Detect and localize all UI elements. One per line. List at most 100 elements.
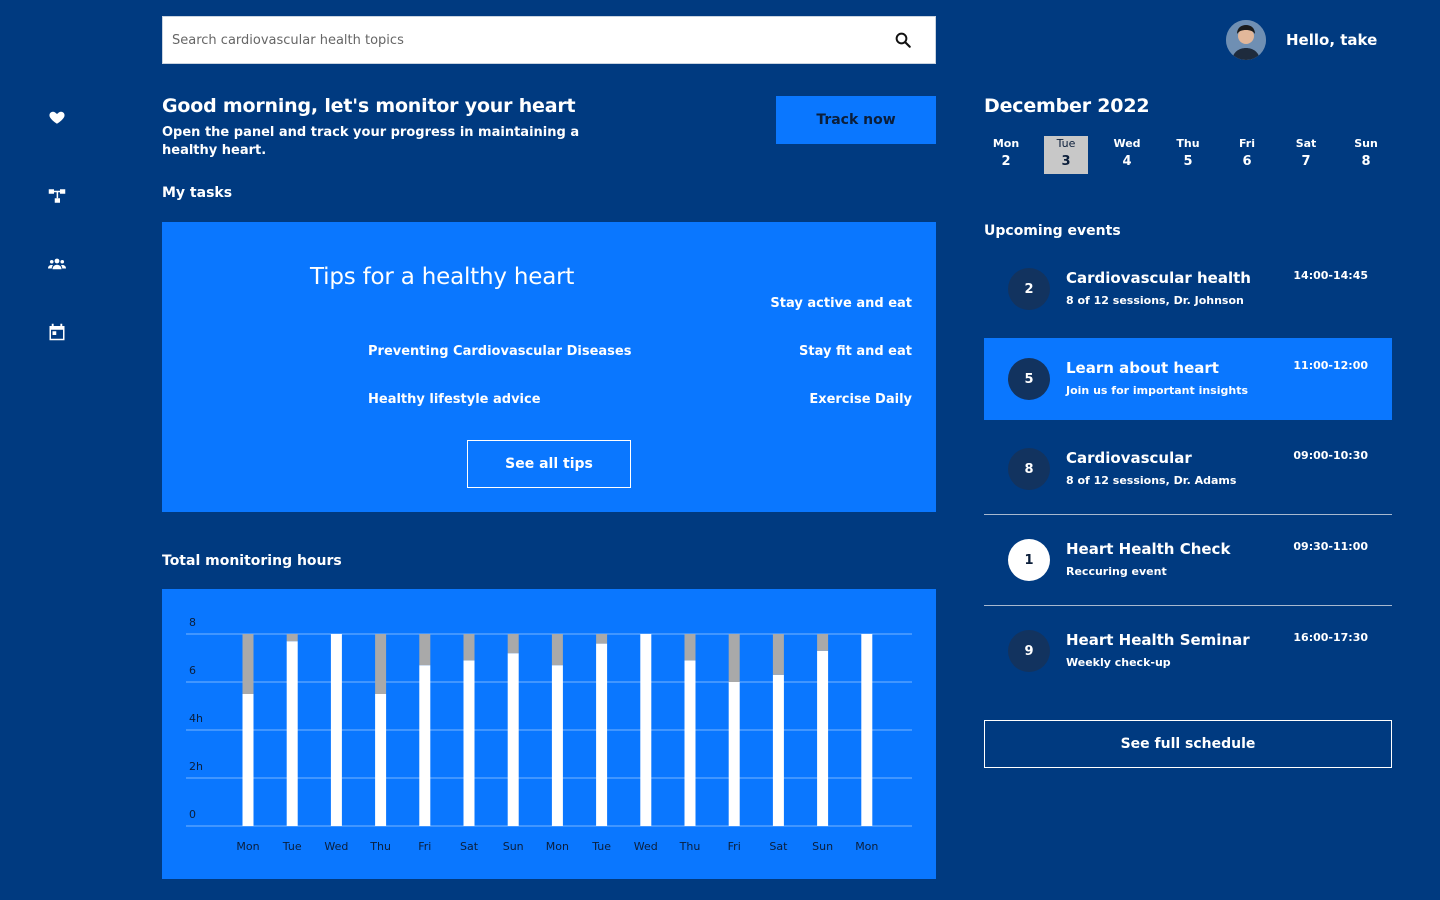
event-title: Learn about heart bbox=[1066, 359, 1219, 377]
chart-xtick-label: Thu bbox=[679, 840, 701, 853]
event-number: 8 bbox=[1008, 448, 1050, 490]
see-all-tips-button[interactable]: See all tips bbox=[467, 440, 631, 488]
chart-bar bbox=[817, 634, 829, 651]
user-greeting: Hello, take bbox=[1286, 31, 1378, 49]
chart-xtick-label: Mon bbox=[855, 840, 878, 853]
chart-bar bbox=[551, 665, 563, 826]
day-wed[interactable]: Wed 4 bbox=[1105, 136, 1149, 174]
event-title: Cardiovascular bbox=[1066, 449, 1192, 467]
event-subtitle: Join us for important insights bbox=[1066, 384, 1249, 397]
tip-link[interactable]: Exercise Daily bbox=[809, 392, 912, 407]
track-now-button[interactable]: Track now bbox=[776, 96, 936, 144]
chart-xtick-label: Mon bbox=[236, 840, 259, 853]
tasks-section-title: My tasks bbox=[162, 185, 233, 201]
events-section-title: Upcoming events bbox=[984, 223, 1121, 239]
event-title: Heart Health Check bbox=[1066, 540, 1231, 558]
event-item[interactable]: 9 Heart Health Seminar Weekly check-up 1… bbox=[984, 610, 1392, 692]
monitoring-chart-svg: 0 2h 4h 6 8 Mon Tue Wed Thu Fri Sat Sun Mon Tue Wed Thu… bbox=[186, 616, 912, 853]
chart-bar bbox=[684, 634, 696, 661]
chart-bar bbox=[419, 665, 431, 826]
day-tue[interactable]: Tue 3 bbox=[1044, 136, 1088, 174]
page-title: Good morning, let's monitor your heart bbox=[162, 95, 576, 117]
tips-card: Tips for a healthy heart Stay active and… bbox=[162, 222, 936, 512]
event-time: 16:00-17:30 bbox=[1293, 631, 1368, 644]
heart-icon[interactable] bbox=[47, 107, 67, 127]
week-strip: Mon 2 Tue 3 Wed 4 Thu 5 Fri 6 Sat 7 Sun 8 bbox=[984, 136, 1392, 176]
day-fri[interactable]: Fri 6 bbox=[1225, 136, 1269, 174]
event-item-active[interactable]: 5 Learn about heart Join us for importan… bbox=[984, 338, 1392, 420]
event-time: 11:00-12:00 bbox=[1293, 359, 1368, 372]
chart-ytick-label: 0 bbox=[189, 808, 196, 821]
chart-bar bbox=[375, 634, 387, 694]
tip-link[interactable]: Healthy lifestyle advice bbox=[368, 392, 541, 407]
chart-xtick-label: Sat bbox=[460, 840, 479, 853]
day-sat[interactable]: Sat 7 bbox=[1284, 136, 1328, 174]
chart-ytick-label: 6 bbox=[189, 664, 196, 677]
chart-xtick-label: Thu bbox=[369, 840, 391, 853]
event-number: 1 bbox=[1008, 539, 1050, 581]
event-number: 5 bbox=[1008, 358, 1050, 400]
chart-bar bbox=[772, 634, 784, 675]
chart-bar bbox=[242, 694, 254, 826]
calendar-icon[interactable] bbox=[47, 322, 67, 342]
monitoring-section-title: Total monitoring hours bbox=[162, 553, 342, 569]
chart-ytick-label: 8 bbox=[189, 616, 196, 629]
calendar-month: December 2022 bbox=[984, 95, 1150, 117]
day-thu[interactable]: Thu 5 bbox=[1166, 136, 1210, 174]
tips-card-title: Tips for a healthy heart bbox=[310, 264, 575, 290]
chart-ytick-label: 2h bbox=[189, 760, 203, 773]
chart-bar bbox=[551, 634, 563, 666]
monitoring-chart: 0 2h 4h 6 8 Mon Tue Wed Thu Fri Sat Sun Mon Tue Wed Thu… bbox=[162, 589, 936, 879]
search-input[interactable] bbox=[163, 17, 871, 63]
event-divider bbox=[984, 605, 1392, 606]
avatar[interactable] bbox=[1226, 20, 1266, 60]
chart-xtick-label: Sun bbox=[812, 840, 833, 853]
chart-bar bbox=[375, 694, 387, 826]
event-number: 2 bbox=[1008, 268, 1050, 310]
search-bar bbox=[162, 16, 936, 64]
event-item[interactable]: 1 Heart Health Check Reccuring event 09:… bbox=[984, 519, 1392, 606]
chart-xtick-label: Wed bbox=[324, 840, 348, 853]
chart-bar bbox=[507, 653, 519, 826]
chart-bar bbox=[242, 634, 254, 694]
tip-link[interactable]: Preventing Cardiovascular Diseases bbox=[368, 344, 631, 359]
chart-xtick-label: Mon bbox=[546, 840, 569, 853]
page-subtitle: Open the panel and track your progress i… bbox=[162, 125, 580, 158]
chart-bar bbox=[772, 674, 784, 826]
chart-bar bbox=[419, 634, 431, 666]
event-subtitle: 8 of 12 sessions, Dr. Adams bbox=[1066, 474, 1237, 487]
day-mon[interactable]: Mon 2 bbox=[984, 136, 1028, 174]
event-divider bbox=[984, 514, 1392, 515]
chart-xtick-label: Wed bbox=[634, 840, 658, 853]
chart-xtick-label: Sat bbox=[769, 840, 788, 853]
chart-bar bbox=[286, 641, 298, 826]
tip-link[interactable]: Stay active and eat bbox=[770, 296, 912, 311]
users-icon[interactable] bbox=[47, 254, 67, 274]
event-item[interactable]: 2 Cardiovascular health 8 of 12 sessions… bbox=[984, 248, 1392, 330]
event-subtitle: Reccuring event bbox=[1066, 565, 1167, 578]
tip-link[interactable]: Stay fit and eat bbox=[799, 344, 912, 359]
chart-bar bbox=[463, 634, 475, 661]
sidebar bbox=[0, 0, 114, 900]
chart-xtick-label: Fri bbox=[728, 840, 741, 853]
chart-xtick-label: Sun bbox=[503, 840, 524, 853]
see-full-schedule-button[interactable]: See full schedule bbox=[984, 720, 1392, 768]
chart-bar bbox=[463, 660, 475, 826]
chart-bar bbox=[728, 682, 740, 826]
event-time: 14:00-14:45 bbox=[1293, 269, 1368, 282]
event-number: 9 bbox=[1008, 630, 1050, 672]
chart-xtick-label: Fri bbox=[418, 840, 431, 853]
chart-bar bbox=[507, 634, 519, 654]
hierarchy-icon[interactable] bbox=[47, 186, 67, 206]
chart-xtick-label: Tue bbox=[591, 840, 611, 853]
chart-bar bbox=[596, 634, 608, 644]
event-subtitle: 8 of 12 sessions, Dr. Johnson bbox=[1066, 294, 1244, 307]
event-item[interactable]: 8 Cardiovascular 8 of 12 sessions, Dr. A… bbox=[984, 428, 1392, 515]
chart-bar bbox=[596, 643, 608, 826]
chart-bar bbox=[330, 634, 342, 826]
search-icon[interactable] bbox=[871, 17, 935, 63]
chart-bar bbox=[286, 634, 298, 642]
day-sun[interactable]: Sun 8 bbox=[1344, 136, 1388, 174]
event-title: Heart Health Seminar bbox=[1066, 631, 1250, 649]
event-title: Cardiovascular health bbox=[1066, 269, 1251, 287]
